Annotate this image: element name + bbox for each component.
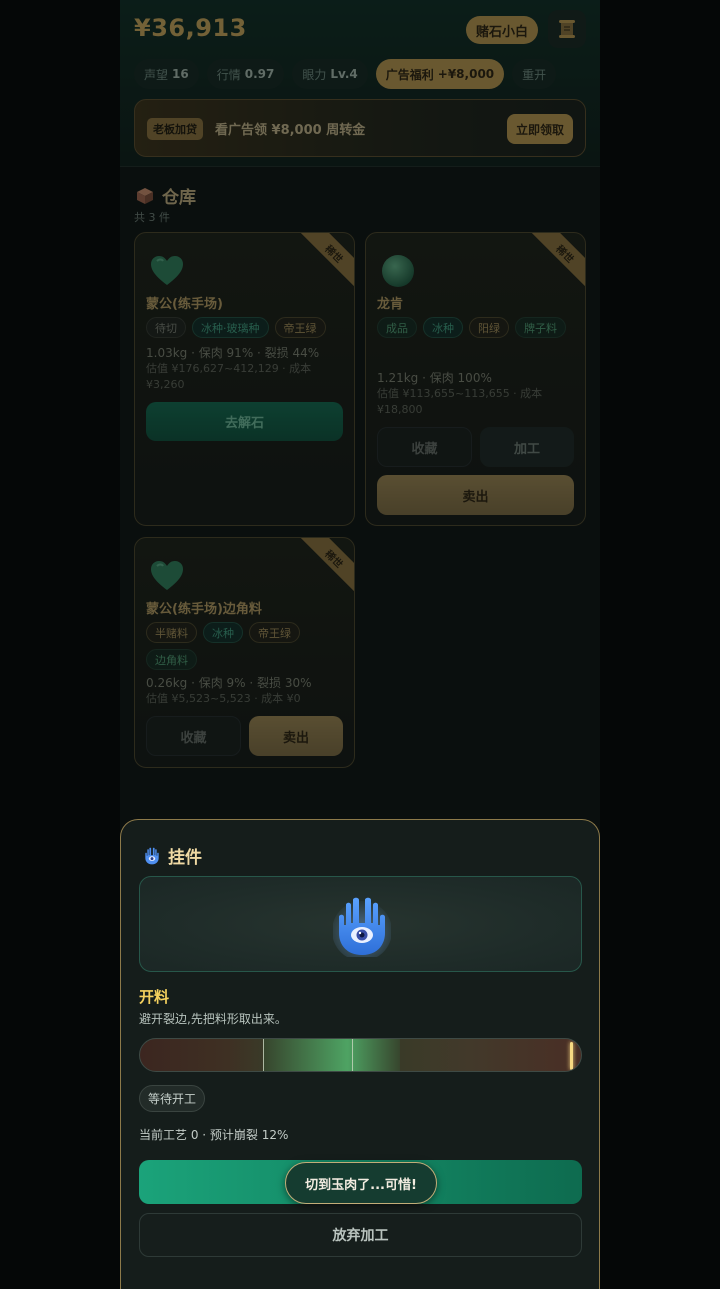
heart-jade-icon [151,256,183,285]
stat-market: 行情 0.97 [206,59,285,89]
item-card: 稀世 龙肯 成品 冰种 阳绿 牌子料 1.21kg · 保肉 100% 估值 ¥… [365,232,586,526]
item-name: 蒙公(练手场)边角料 [146,602,262,617]
jade-bead-icon [382,255,414,287]
item-info: 1.03kg · 保肉 91% · 裂损 44% 估值 ¥176,627~412… [146,346,320,391]
warehouse-title: 仓库 [136,183,196,208]
banner-tag: 老板加贷 [147,118,203,140]
item-tags: 待切 冰种·玻璃种 帝王绿 [146,317,351,338]
tag-variety: 冰种 [203,622,243,643]
tag-status: 成品 [377,317,417,338]
progress-text: 当前工艺 0 · 预计崩裂 12% [139,1128,289,1142]
rarity-ribbon: 稀世 [527,233,585,292]
zone-start-marker [263,1039,264,1071]
hamsa-hand-icon [145,847,159,864]
box-icon [137,187,153,204]
status-pill: 等待开工 [139,1085,206,1112]
scroll-button[interactable] [548,10,586,48]
cut-stone-button[interactable]: 去解石 [146,402,343,441]
sell-button[interactable]: 卖出 [377,475,574,515]
item-name: 龙肯 [377,297,404,312]
rarity-ribbon: 稀世 [296,233,354,292]
rank-badge[interactable]: 赌石小白 [466,16,538,44]
header: ¥36,913 赌石小白 声望 16 行情 0.97 眼力 Lv.4 广告福利 +¥8,… [120,0,600,167]
rarity-ribbon: 稀世 [296,538,354,597]
item-name: 蒙公(练手场) [146,297,223,312]
tag-color: 帝王绿 [249,622,300,643]
collect-button[interactable]: 收藏 [377,427,472,467]
money-balance: ¥36,913 [134,14,247,42]
item-card: 稀世 蒙公(练手场)边角料 半赌料 冰种 帝王绿 边角料 0.26kg · 保肉… [134,537,355,768]
timing-needle [570,1042,573,1070]
heart-jade-icon [151,561,183,590]
step-title: 开料 [139,988,170,1006]
tag-variety: 冰种 [423,317,463,338]
item-info: 1.21kg · 保肉 100% 估值 ¥113,655~113,655 · 成… [377,371,543,416]
processing-panel: 挂件 开料 避开裂边,先把料形取出来。 等待开工 当前工艺 0 · 预计崩裂 1… [120,819,600,1289]
tag-variety: 冰种·玻璃种 [192,317,269,338]
tag-status: 半赌料 [146,622,197,643]
hamsa-hand-icon [333,897,391,957]
restart-button[interactable]: 重开 [512,59,557,89]
stat-reputation: 声望 16 [134,59,199,89]
zone-end-marker [352,1039,353,1071]
toast-message: 切到玉肉了...可惜! [285,1162,437,1204]
claim-button[interactable]: 立即领取 [507,114,573,144]
stat-row: 声望 16 行情 0.97 眼力 Lv.4 广告福利 +¥8,000 重开 [134,59,557,89]
collect-button[interactable]: 收藏 [146,716,241,756]
tag-type: 牌子料 [515,317,566,338]
tag-color: 帝王绿 [274,317,326,338]
tag-status: 待切 [146,317,186,338]
ad-banner: 老板加贷 看广告领 ¥8,000 周转金 立即领取 [134,99,586,157]
scroll-icon [559,20,575,38]
abandon-button[interactable]: 放弃加工 [139,1213,582,1257]
item-tags: 成品 冰种 阳绿 牌子料 [377,317,582,338]
item-card: 稀世 蒙公(练手场) 待切 冰种·玻璃种 帝王绿 1.03kg · 保肉 91%… [134,232,355,526]
dimmed-background: ¥36,913 赌石小白 声望 16 行情 0.97 眼力 Lv.4 广告福利 +¥8,… [120,0,600,800]
item-tags: 半赌料 冰种 帝王绿 边角料 [146,622,351,670]
warehouse-count: 共 3 件 [134,211,170,224]
panel-title: 挂件 [143,843,202,868]
tag-color: 阳绿 [469,317,509,338]
item-info: 0.26kg · 保肉 9% · 裂损 30% 估值 ¥5,523~5,523 … [146,676,312,705]
jade-stage [139,876,582,972]
sell-button[interactable]: 卖出 [249,716,343,756]
step-description: 避开裂边,先把料形取出来。 [139,1012,287,1026]
cut-timing-bar[interactable] [139,1038,582,1072]
tag-type: 边角料 [146,649,197,670]
process-button[interactable]: 加工 [480,427,574,467]
ad-bonus-button[interactable]: 广告福利 +¥8,000 [375,59,505,89]
banner-text: 看广告领 ¥8,000 周转金 [215,123,366,138]
stat-eyesight: 眼力 Lv.4 [292,59,368,89]
